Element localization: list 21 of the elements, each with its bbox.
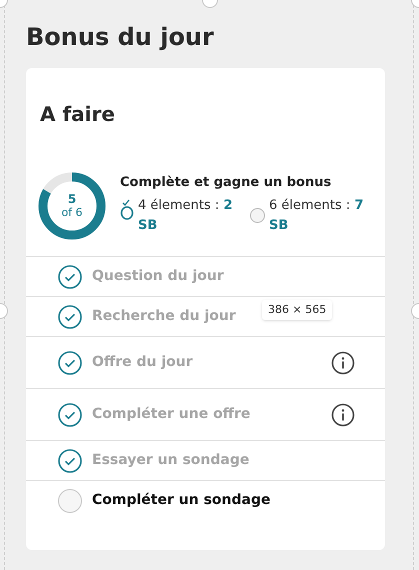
info-icon[interactable] [331, 402, 355, 426]
progress-count: 5 [68, 192, 76, 206]
check-circle-icon[interactable] [58, 402, 82, 426]
bonus-title: Complète et gagne un bonus [120, 174, 332, 192]
task-label[interactable]: Essayer un sondage [92, 450, 250, 471]
progress-total: of 6 [61, 206, 83, 220]
milestone-label: 6 élements : 7 SB [269, 197, 364, 235]
info-icon[interactable] [331, 350, 355, 374]
card-heading: A faire [39, 101, 116, 128]
task-label[interactable]: Recherche du jour [92, 306, 236, 327]
size-tooltip: 386 × 565 [262, 300, 332, 320]
check-circle-icon[interactable] [58, 350, 82, 374]
check-circle-icon[interactable] [58, 304, 82, 328]
milestone-label: 4 élements : 2 SB [138, 197, 234, 235]
page-title: Bonus du jour [26, 22, 215, 53]
task-label[interactable]: Question du jour [92, 266, 224, 287]
task-label[interactable]: Compléter une offre [92, 404, 250, 425]
task-label[interactable]: Offre du jour [92, 352, 193, 373]
check-circle-icon[interactable] [58, 264, 82, 288]
task-label[interactable]: Compléter un sondage [92, 490, 270, 511]
check-circle-icon[interactable] [58, 448, 82, 472]
